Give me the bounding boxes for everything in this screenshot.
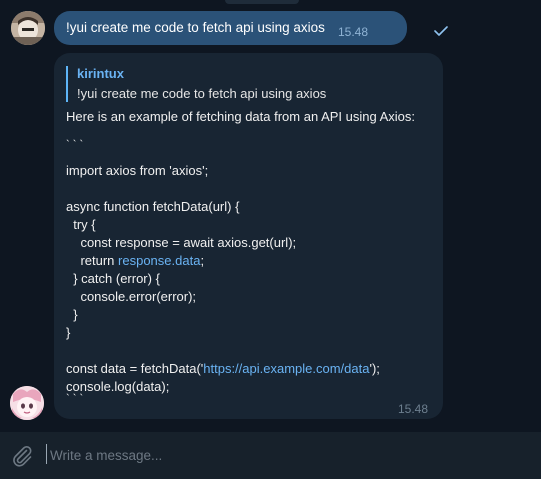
reply-quote[interactable]: kirintux !yui create me code to fetch ap…: [66, 66, 366, 102]
outgoing-message-time: 15.48: [338, 25, 369, 39]
code-line-return: return response.data;: [66, 253, 204, 268]
code-line-const-data: const data = fetchData('https://api.exam…: [66, 361, 380, 376]
previous-message-edge: [225, 0, 299, 4]
code-line-function-close: }: [66, 325, 71, 340]
avatar[interactable]: [11, 11, 45, 45]
api-url-link[interactable]: https://api.example.com/data: [203, 361, 369, 376]
code-data-prefix: const data = fetchData(': [66, 361, 204, 376]
response-data-link[interactable]: response.data: [118, 253, 200, 268]
paperclip-icon[interactable]: [10, 444, 34, 468]
chat-area: !yui create me code to fetch api using a…: [0, 0, 541, 432]
code-line-function: async function fetchData(url) {: [66, 199, 240, 214]
reply-author: kirintux: [77, 66, 124, 81]
code-line-import: import axios from 'axios';: [66, 163, 209, 178]
code-line-console-error: console.error(error);: [66, 289, 197, 304]
avatar-image: [11, 11, 45, 45]
incoming-message[interactable]: kirintux !yui create me code to fetch ap…: [54, 53, 443, 419]
code-fence-close: ` ` `: [66, 393, 84, 405]
message-input[interactable]: [50, 443, 520, 467]
reply-text: !yui create me code to fetch api using a…: [77, 86, 327, 101]
code-line-inner-close: }: [66, 307, 78, 322]
bot-avatar[interactable]: [10, 386, 44, 420]
code-fence-open: ` ` `: [66, 139, 84, 151]
outgoing-message[interactable]: !yui create me code to fetch api using a…: [54, 11, 448, 45]
incoming-message-time: 15.48: [398, 402, 429, 416]
outgoing-message-text: !yui create me code to fetch api using a…: [66, 20, 325, 35]
code-line-catch: } catch (error) {: [66, 271, 160, 286]
code-return-prefix: return: [66, 253, 119, 268]
code-line-console-log: console.log(data);: [66, 379, 170, 394]
text-cursor: [46, 444, 47, 464]
intro-text: Here is an example of fetching data from…: [66, 109, 416, 124]
code-data-suffix: ');: [369, 361, 380, 376]
check-icon: [434, 26, 448, 36]
bot-avatar-image: [10, 386, 44, 420]
code-line-const-response: const response = await axios.get(url);: [66, 235, 297, 250]
code-return-suffix: ;: [200, 253, 205, 268]
code-line-try: try {: [66, 217, 96, 232]
